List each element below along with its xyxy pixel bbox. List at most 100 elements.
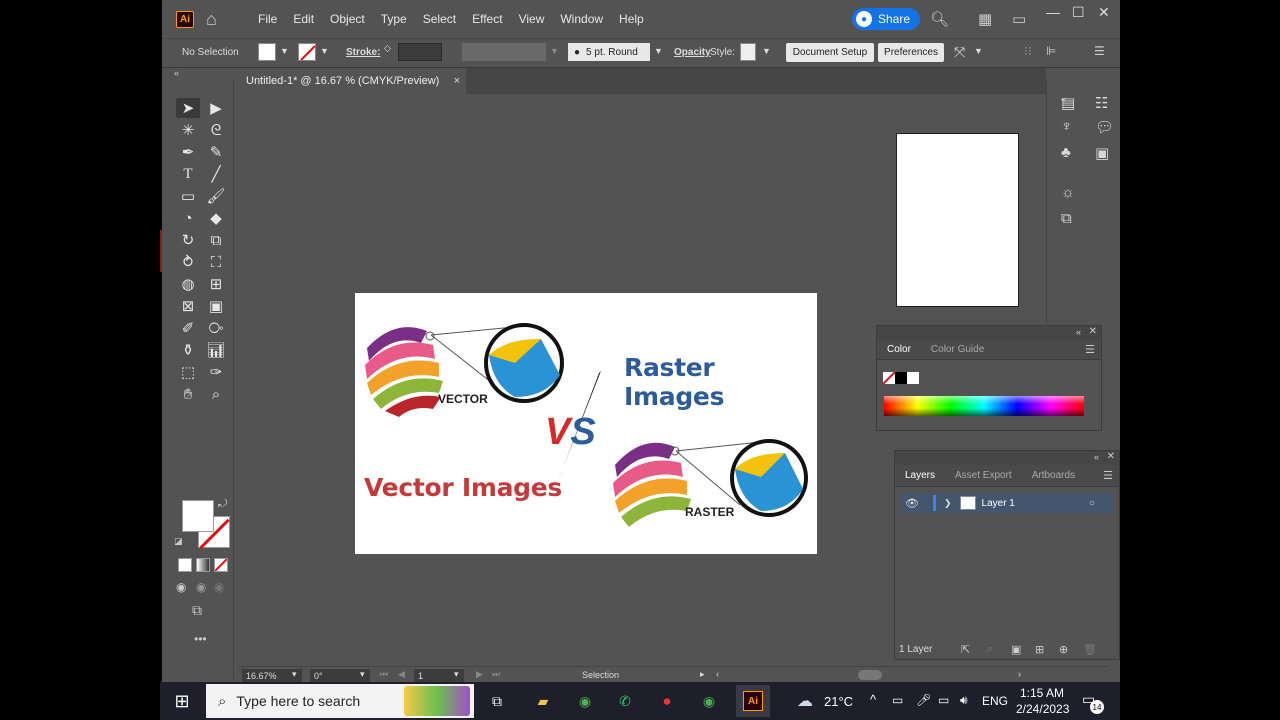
align-icon[interactable]: ⁝⁝ [1024,44,1032,58]
symbols-icon[interactable]: ♣ [1061,144,1071,161]
black-swatch[interactable] [895,372,907,384]
new-sublayer-icon[interactable]: ⊞ [1035,643,1044,656]
gradient-tool-icon[interactable]: ▣ [204,296,228,316]
clipping-mask-icon[interactable]: ▣ [1011,643,1021,656]
style-swatch[interactable] [740,43,756,61]
last-artboard-icon[interactable]: ⏭ [492,669,500,680]
white-swatch[interactable] [907,372,919,384]
edit-toolbar-icon[interactable]: ••• [194,632,207,646]
expand-layer-icon[interactable]: ❯ [944,498,952,509]
menu-type[interactable]: Type [373,12,415,26]
style-dropdown-icon[interactable]: ▼ [762,46,771,56]
fill-color-box[interactable] [182,500,214,532]
eyedropper-tool-icon[interactable]: ✐ [176,318,200,338]
volume-icon[interactable]: 🔊︎ [960,693,968,708]
scale-tool-icon[interactable]: ⧉ [204,230,228,250]
new-layer-icon[interactable]: ⊕ [1059,643,1068,656]
layer-row[interactable]: 👁︎ ❯ Layer 1 ○ [901,493,1113,513]
target-circle-icon[interactable]: ○ [1089,498,1095,509]
next-artboard-icon[interactable]: ▶ [476,669,483,680]
transform-icon[interactable]: ⤧ [954,44,965,61]
libraries-icon[interactable]: ▤ [1061,94,1075,112]
status-menu-icon[interactable]: ▸ [700,669,705,680]
comments-icon[interactable]: 💬︎ [1095,118,1114,136]
color-spectrum[interactable] [884,396,1084,416]
gradient-mode-icon[interactable] [196,558,210,572]
network-icon[interactable]: ▭ [938,693,949,707]
screen-recorder-icon[interactable]: ⏺ [654,689,680,713]
close-window-icon[interactable]: ✕ [1098,4,1110,21]
blend-tool-icon[interactable]: ⧂ [204,318,228,338]
task-view-icon[interactable]: ⧉ [484,689,510,713]
perspective-grid-tool-icon[interactable]: ⊞ [204,274,228,294]
artboard-empty[interactable] [896,133,1019,307]
rotate-tool-icon[interactable]: ↻ [176,230,200,250]
close-tab-icon[interactable]: × [454,75,460,87]
previous-artboard-icon[interactable]: ◀ [398,669,405,680]
curvature-tool-icon[interactable]: ✎ [204,142,228,162]
illustrator-taskbar-button[interactable]: Ai [736,685,770,717]
chrome-icon[interactable]: ◉ [572,689,598,713]
meet-now-icon[interactable]: ▭ [892,693,903,707]
clock-time[interactable]: 1:15 AM [1020,686,1064,700]
screen-mode-icon[interactable]: ⧉ [192,602,202,619]
tab-layers[interactable]: Layers [895,470,945,481]
minimize-icon[interactable]: — [1046,4,1060,20]
magic-wand-tool-icon[interactable]: ✳ [176,120,200,140]
color-panel-menu-icon[interactable]: ☰ [1085,343,1095,356]
color-mode-icon[interactable] [178,558,192,572]
placed-artwork[interactable]: Raster Images Vector Images VECTOR RASTE… [355,293,817,554]
tab-asset-export[interactable]: Asset Export [945,470,1022,481]
start-windows-icon[interactable]: ⊞ [160,682,204,720]
artboard-tool-icon[interactable]: ⬚ [176,362,200,382]
type-tool-icon[interactable]: T [176,164,200,184]
document-tab[interactable]: Untitled-1* @ 16.67 % (CMYK/Preview) × [236,68,466,94]
zoom-tool-icon[interactable]: ⌕ [204,384,228,404]
layers-panel-menu-icon[interactable]: ☰ [1103,469,1113,482]
symbol-sprayer-tool-icon[interactable]: ⚱ [176,340,200,360]
delete-layer-icon[interactable]: 🗑︎ [1083,643,1097,656]
menu-effect[interactable]: Effect [464,12,510,26]
weather-cloud-icon[interactable]: ☁ [792,689,818,713]
chrome-profile-icon[interactable]: ◉ [696,689,722,713]
menu-help[interactable]: Help [611,12,652,26]
pen-tool-icon[interactable]: ✒ [176,142,200,162]
distribute-icon[interactable]: ⊫ [1046,44,1056,58]
show-hidden-icons[interactable]: ^ [870,692,876,707]
menu-view[interactable]: View [511,12,553,26]
eraser-tool-icon[interactable]: ◆ [204,208,228,228]
draw-inside-icon[interactable]: ◉ [214,580,224,594]
profile-dropdown-icon[interactable]: ▼ [550,46,559,56]
brushes-icon[interactable]: ♆ [1061,118,1072,135]
close-layers-panel-icon[interactable]: ✕ [1107,451,1115,462]
slice-tool-icon[interactable]: ✑ [204,362,228,382]
lasso-tool-icon[interactable]: ᘓ [204,120,228,140]
warp-tool-icon[interactable]: ⥁ [176,252,200,272]
column-graph-tool-icon[interactable]: 📊︎ [204,340,228,360]
scroll-left-icon[interactable]: ‹ [716,669,719,679]
document-setup-button[interactable]: Document Setup [786,43,874,62]
stroke-label[interactable]: Stroke: [346,47,380,58]
menu-select[interactable]: Select [415,12,464,26]
home-icon[interactable]: ⌂ [206,10,226,28]
stroke-weight-input[interactable] [398,43,442,61]
control-menu-icon[interactable]: ☰ [1094,44,1105,58]
shaper-tool-icon[interactable]: ◔ [176,208,200,228]
zoom-dropdown-icon[interactable]: ▾ [292,669,297,680]
properties-icon[interactable]: ☷ [1095,94,1108,112]
artboard-dropdown-icon[interactable]: ▾ [454,669,459,680]
brush-definition[interactable]: ● 5 pt. Round [568,43,650,61]
arrange-documents-icon[interactable]: ▦ [978,10,992,28]
paintbrush-tool-icon[interactable]: 🖌︎ [204,186,228,206]
default-fill-stroke-icon[interactable]: ◪ [174,536,183,547]
collect-export-icon[interactable]: ⇱ [961,643,970,656]
preferences-button[interactable]: Preferences [878,43,944,62]
search-highlight-image[interactable] [404,686,470,716]
transform-dropdown-icon[interactable]: ▼ [974,46,983,56]
variable-width-profile[interactable] [462,43,546,61]
menu-object[interactable]: Object [322,12,373,26]
first-artboard-icon[interactable]: ⏮ [380,669,388,680]
rectangle-tool-icon[interactable]: ▭ [176,186,200,206]
brush-dropdown-icon[interactable]: ▼ [654,46,663,56]
stroke-swatch[interactable] [298,43,316,61]
